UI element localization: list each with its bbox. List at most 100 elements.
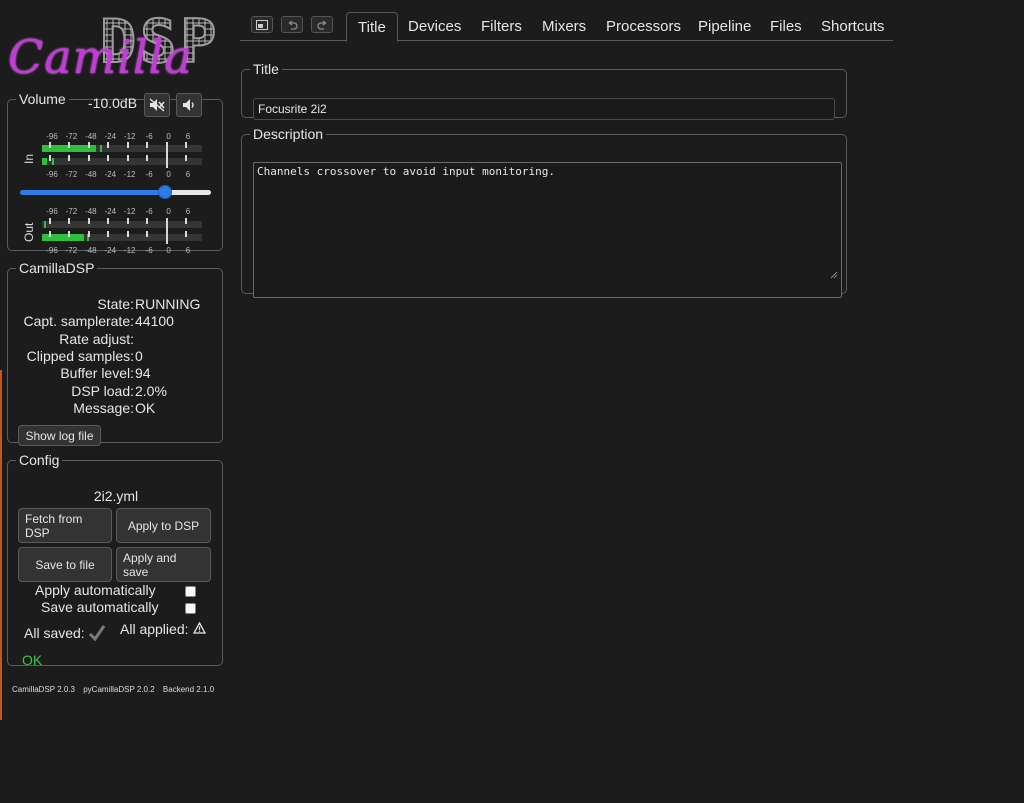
scale-label: 0 <box>166 170 171 179</box>
camilladsp-version: CamillaDSP 2.0.3 <box>12 685 75 694</box>
checkmark-icon <box>88 625 106 642</box>
tab-mixers[interactable]: Mixers <box>531 12 597 41</box>
scale-label: -12 <box>123 132 136 141</box>
backend-version: Backend 2.1.0 <box>162 685 215 694</box>
compact-view-icon <box>256 19 268 30</box>
save-automatically-label: Save automatically <box>41 599 159 615</box>
save-automatically-checkbox[interactable] <box>185 603 196 614</box>
status-key: Message: <box>73 400 134 416</box>
tab-devices[interactable]: Devices <box>397 12 472 41</box>
volume-slider[interactable] <box>20 185 211 199</box>
scale-label: -6 <box>145 132 153 141</box>
status-row-buffer: Buffer level: 94 <box>8 365 224 382</box>
meter-fill <box>42 145 97 152</box>
tab-bar: Title Devices Filters Mixers Processors … <box>240 12 895 42</box>
undo-icon <box>287 19 298 30</box>
fetch-from-dsp-button[interactable]: Fetch from DSP <box>18 508 112 543</box>
status-row-rate-adjust: Rate adjust: <box>8 331 224 348</box>
tab-files[interactable]: Files <box>759 12 813 41</box>
output-meter-label: Out <box>22 222 36 242</box>
title-input[interactable] <box>253 98 835 120</box>
tab-processors[interactable]: Processors <box>595 12 692 41</box>
undo-button[interactable] <box>281 16 303 33</box>
scale-label: -24 <box>104 170 117 179</box>
window-edge-strip <box>0 370 2 720</box>
tab-shortcuts[interactable]: Shortcuts <box>810 12 895 41</box>
scale-label: 6 <box>185 207 191 216</box>
version-info: CamillaDSP 2.0.3 pyCamillaDSP 2.0.2 Back… <box>12 685 220 694</box>
status-value: 2.0% <box>135 383 167 399</box>
volume-panel: Volume -10.0dB In -96 -72 -48 -24 -12 -6 0 6 -9… <box>7 91 223 255</box>
resize-grip-icon[interactable] <box>830 271 838 279</box>
scale-label: -6 <box>145 246 153 255</box>
status-key: DSP load: <box>71 383 134 399</box>
output-scale-bottom: -96 -72 -48 -24 -12 -6 0 6 <box>44 246 204 256</box>
pycamilladsp-version: pyCamillaDSP 2.0.2 <box>83 685 155 694</box>
volume-level: -10.0dB <box>88 95 138 111</box>
status-row-dsp-load: DSP load: 2.0% <box>8 383 224 400</box>
speaker-button[interactable] <box>176 93 202 117</box>
meter-peak <box>99 145 102 152</box>
tab-filters[interactable]: Filters <box>470 12 533 41</box>
scale-label: -96 <box>46 207 58 216</box>
output-meter-ch1 <box>42 221 202 228</box>
input-meter-label: In <box>22 153 36 164</box>
camilladsp-logo: D S P Camilla <box>4 6 236 90</box>
compact-view-button[interactable] <box>251 16 273 33</box>
meter-peak <box>86 234 89 241</box>
input-meter-ch1 <box>42 145 202 152</box>
config-panel: Config 2i2.yml Fetch from DSP Apply to D… <box>7 452 223 668</box>
redo-button[interactable] <box>311 16 333 33</box>
scale-label: -48 <box>85 132 97 141</box>
scale-label: 6 <box>185 246 191 255</box>
description-textarea[interactable]: Channels crossover to avoid input monito… <box>253 162 842 298</box>
status-value: 44100 <box>135 313 174 329</box>
apply-to-dsp-button[interactable]: Apply to DSP <box>116 508 211 543</box>
input-scale-top: -96 -72 -48 -24 -12 -6 0 6 <box>44 132 204 142</box>
apply-automatically-checkbox[interactable] <box>185 586 196 597</box>
all-applied-label: All applied: <box>120 621 189 637</box>
scale-label: -48 <box>85 246 97 255</box>
meter-fill <box>42 234 84 241</box>
status-key: Buffer level: <box>60 365 134 381</box>
input-scale-bottom: -96 -72 -48 -24 -12 -6 0 6 <box>44 170 204 180</box>
show-log-file-button[interactable]: Show log file <box>18 425 101 446</box>
scale-label: -48 <box>85 170 97 179</box>
status-value: RUNNING <box>135 296 201 312</box>
status-value: OK <box>135 400 156 416</box>
apply-and-save-button[interactable]: Apply and save <box>116 547 211 582</box>
scale-label: -48 <box>85 207 97 216</box>
status-key: State: <box>97 296 134 312</box>
output-scale-top: -96 -72 -48 -24 -12 -6 0 6 <box>44 207 204 217</box>
status-panel: CamillaDSP State: RUNNING Capt. samplera… <box>7 260 224 446</box>
status-row-clipped: Clipped samples: 0 <box>8 348 224 365</box>
scale-label: -72 <box>65 132 78 141</box>
scale-label: -12 <box>123 207 136 216</box>
tab-pipeline[interactable]: Pipeline <box>687 12 762 41</box>
tab-title[interactable]: Title <box>346 12 398 42</box>
save-to-file-button[interactable]: Save to file <box>18 547 112 582</box>
scale-label: -6 <box>145 170 153 179</box>
status-key: Clipped samples: <box>26 348 134 364</box>
logo-camilla-text: Camilla <box>8 30 193 84</box>
meter-fill <box>42 158 47 165</box>
scale-label: 0 <box>166 132 171 141</box>
slider-filled-track <box>20 190 166 195</box>
warning-icon <box>193 622 206 634</box>
status-value: 94 <box>135 365 151 381</box>
all-saved-label: All saved: <box>24 625 85 641</box>
scale-label: -12 <box>123 246 136 255</box>
scale-label: 6 <box>185 132 191 141</box>
scale-label: -72 <box>65 246 78 255</box>
scale-label: -96 <box>46 132 58 141</box>
status-row-samplerate: Capt. samplerate: 44100 <box>8 313 224 330</box>
slider-thumb[interactable] <box>158 185 173 199</box>
status-key: Rate adjust: <box>59 331 134 347</box>
mute-button[interactable] <box>144 93 170 117</box>
volume-legend: Volume <box>19 91 66 107</box>
meter-peak <box>51 158 54 165</box>
status-value: 0 <box>135 348 143 364</box>
scale-label: 6 <box>185 170 191 179</box>
apply-automatically-label: Apply automatically <box>35 582 156 598</box>
status-legend: CamillaDSP <box>19 260 95 276</box>
